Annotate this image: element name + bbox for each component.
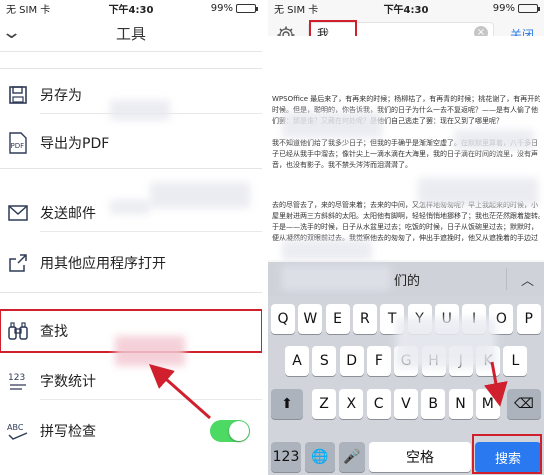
menu-item-label: 导出为PDF (40, 136, 110, 152)
doc-line: WPSOffice 最后来了，有再来的时候；杨柳枯了，有再青的时候；桃花谢了，有… (272, 95, 540, 103)
pdf-icon: PDF (7, 132, 29, 154)
doc-line: 音，也没有影子。我不禁头涔涔而泪潸潸了。 (272, 161, 412, 169)
key-d[interactable]: D (339, 346, 364, 376)
menu-item-word-count[interactable]: 123 字数统计 (0, 362, 262, 400)
battery-icon (236, 3, 258, 13)
save-icon (7, 84, 29, 106)
key-x[interactable]: X (339, 389, 364, 419)
backspace-key[interactable]: ⌫ (507, 389, 541, 419)
doc-line: 于是——洗手的时候，日子从水盆里过去；吃饭的时候，日子从饭碗里过去；默默时， (272, 223, 538, 231)
keyboard-suggestion-bar: 们的 ︿ (268, 262, 544, 296)
menu-item-label: 用其他应用程序打开 (40, 256, 166, 272)
tools-panel: 无 SIM 卡 下午4:30 99% ⌄ 工具 另存为 PDF 导出为PDF 发… (0, 0, 262, 475)
word-count-icon: 123 (7, 370, 29, 392)
menu-item-label: 发送邮件 (40, 206, 96, 222)
chevron-up-icon[interactable]: ︿ (521, 270, 534, 289)
doc-line: 屋里射进两三方斜斜的太阳。太阳他有脚啊，轻轻悄悄地挪移了；我也茫茫然跟着旋转。 (272, 212, 540, 220)
page-title: 工具 (115, 25, 146, 43)
key-e[interactable]: E (325, 304, 350, 334)
shift-key[interactable]: ⬆ (271, 389, 303, 419)
svg-text:PDF: PDF (11, 142, 25, 150)
key-z[interactable]: Z (312, 389, 336, 419)
mail-icon (7, 202, 29, 224)
key-b[interactable]: B (421, 389, 446, 419)
clock: 下午4:30 (108, 4, 154, 16)
spell-check-toggle[interactable] (210, 420, 250, 442)
key-q[interactable]: Q (271, 304, 295, 334)
microphone-icon[interactable]: 🎤 (339, 442, 365, 472)
key-a[interactable]: A (285, 346, 309, 376)
key-f[interactable]: F (366, 346, 391, 376)
suggestion-word[interactable]: 们的 (394, 270, 420, 289)
key-n[interactable]: N (448, 389, 473, 419)
menu-item-open-in[interactable]: 用其他应用程序打开 (0, 244, 262, 282)
doc-line: 子已经从我手中溜去；像针尖上一滴水滴在大海里，我的日子滴在时间的流里，没有声 (272, 150, 538, 158)
key-v[interactable]: V (393, 389, 418, 419)
globe-icon[interactable]: 🌐 (305, 442, 335, 472)
share-icon (7, 252, 29, 274)
menu-item-label: 另存为 (40, 88, 82, 104)
find-panel: 无 SIM 卡 下午4:30 99% 我 × 关闭 WPSOffice 最后来了… (268, 0, 544, 475)
svg-text:123: 123 (8, 373, 25, 383)
key-l[interactable]: L (503, 346, 528, 376)
menu-item-spell-check: ABC 拼写检查 (0, 412, 262, 450)
menu-item-export-pdf[interactable]: PDF 导出为PDF (0, 124, 262, 162)
numbers-key[interactable]: 123 (271, 442, 301, 472)
key-s[interactable]: S (312, 346, 337, 376)
key-r[interactable]: R (352, 304, 377, 334)
svg-text:ABC: ABC (7, 423, 24, 432)
battery-icon (518, 3, 540, 13)
menu-item-label: 拼写检查 (40, 424, 96, 440)
tools-header: ⌄ 工具 (0, 16, 262, 52)
key-w[interactable]: W (298, 304, 323, 334)
key-c[interactable]: C (366, 389, 391, 419)
key-p[interactable]: P (516, 304, 541, 334)
key-m[interactable]: M (475, 389, 500, 419)
status-bar: 无 SIM 卡 下午4:30 99% (268, 0, 544, 16)
menu-item-label: 字数统计 (40, 374, 96, 390)
search-key-highlight-box (472, 434, 542, 474)
chevron-down-icon[interactable]: ⌄ (1, 22, 22, 43)
space-key[interactable]: 空格 (369, 442, 471, 472)
clock: 下午4:30 (383, 4, 429, 16)
status-bar: 无 SIM 卡 下午4:30 99% (0, 0, 262, 16)
spell-check-icon: ABC (7, 420, 29, 442)
